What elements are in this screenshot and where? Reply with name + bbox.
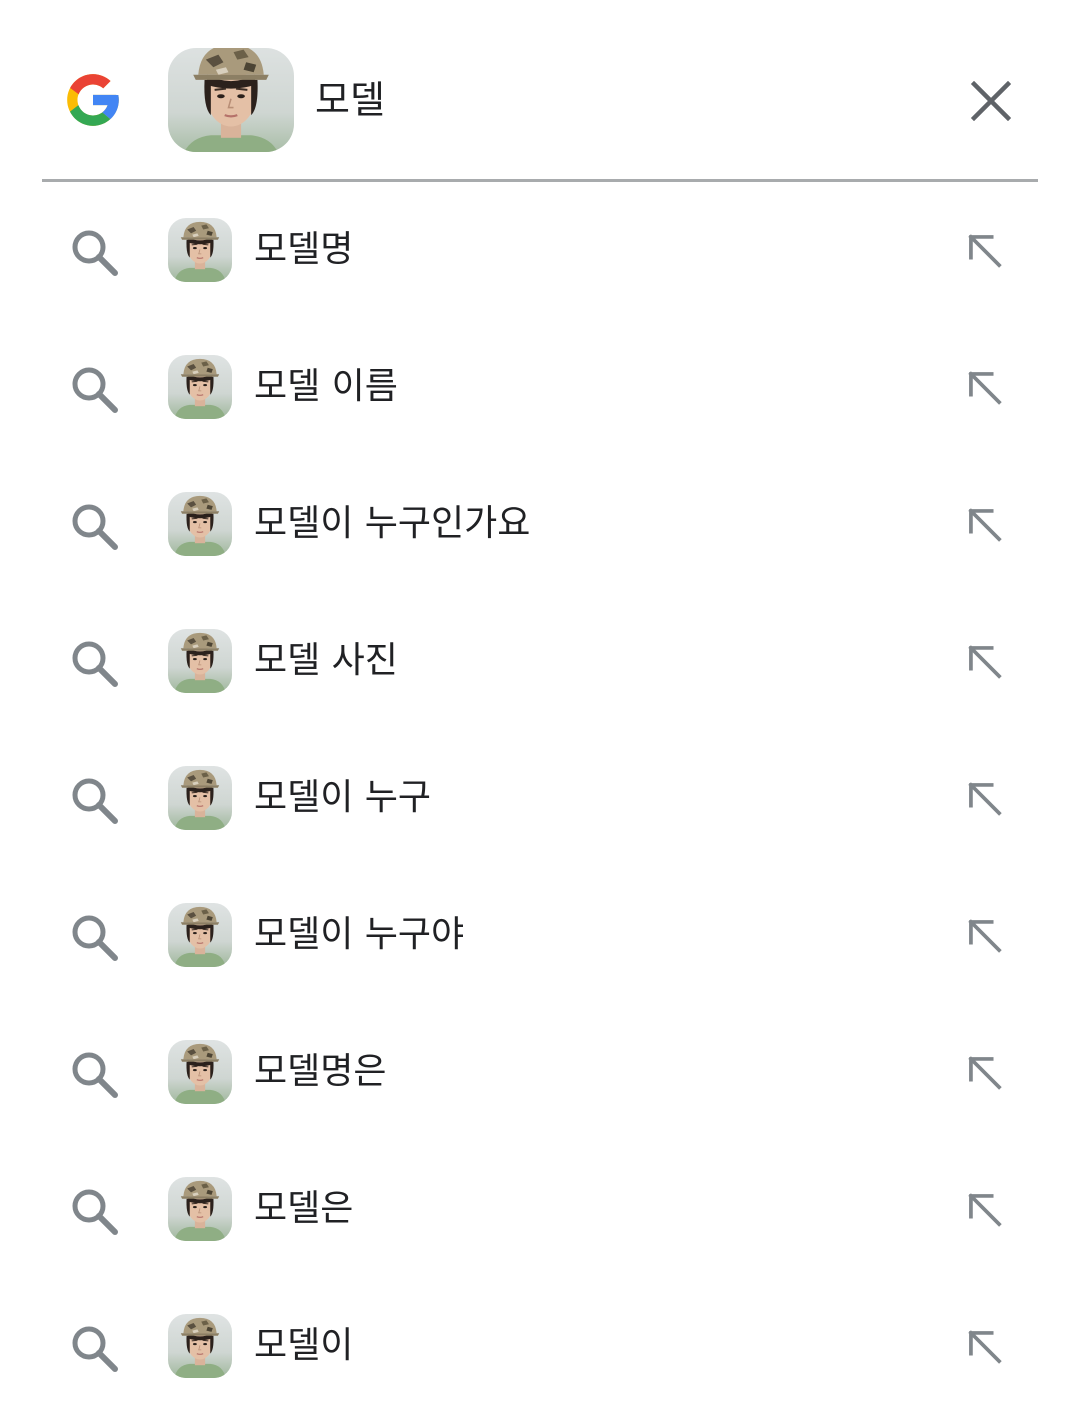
suggestion-label: 모델이 bbox=[254, 1325, 354, 1366]
fill-query-button[interactable] bbox=[958, 1046, 1012, 1100]
arrow-up-left-icon bbox=[965, 1327, 1005, 1367]
arrow-up-left-icon bbox=[965, 779, 1005, 819]
suggestion-item[interactable]: 모델이 누구인가요 bbox=[0, 456, 1080, 593]
arrow-up-left-icon bbox=[965, 368, 1005, 408]
arrow-up-left-icon bbox=[965, 505, 1005, 545]
suggestion-thumbnail bbox=[168, 1040, 232, 1104]
suggestion-item[interactable]: 모델명은 bbox=[0, 1004, 1080, 1141]
search-icon bbox=[68, 1185, 120, 1237]
fill-query-button[interactable] bbox=[958, 224, 1012, 278]
suggestion-item[interactable]: 모델은 bbox=[0, 1141, 1080, 1278]
suggestion-thumbnail bbox=[168, 629, 232, 693]
search-icon bbox=[68, 1048, 120, 1100]
suggestion-label: 모델이 누구야 bbox=[254, 914, 465, 955]
suggestion-label: 모델명 bbox=[254, 229, 354, 270]
suggestion-list: 모델명 모델 이름 모델이 누구인가요 모델 사진 모델이 누구 모델이 누구야… bbox=[0, 182, 1080, 1415]
query-image-thumbnail[interactable] bbox=[168, 48, 294, 152]
search-icon bbox=[68, 363, 120, 415]
suggestion-label: 모델 이름 bbox=[254, 366, 398, 407]
search-icon bbox=[68, 774, 120, 826]
fill-query-button[interactable] bbox=[958, 772, 1012, 826]
search-icon bbox=[68, 1322, 120, 1374]
suggestion-label: 모델이 누구인가요 bbox=[254, 503, 531, 544]
suggestion-item[interactable]: 모델 사진 bbox=[0, 593, 1080, 730]
suggestion-item[interactable]: 모델 이름 bbox=[0, 319, 1080, 456]
fill-query-button[interactable] bbox=[958, 1320, 1012, 1374]
google-logo-icon bbox=[62, 69, 124, 131]
suggestion-thumbnail bbox=[168, 766, 232, 830]
suggestion-thumbnail bbox=[168, 903, 232, 967]
suggestion-thumbnail bbox=[168, 492, 232, 556]
search-icon bbox=[68, 637, 120, 689]
suggestion-label: 모델명은 bbox=[254, 1051, 387, 1092]
suggestion-thumbnail bbox=[168, 1314, 232, 1378]
arrow-up-left-icon bbox=[965, 642, 1005, 682]
arrow-up-left-icon bbox=[965, 916, 1005, 956]
suggestion-item[interactable]: 모델이 bbox=[0, 1278, 1080, 1415]
arrow-up-left-icon bbox=[965, 1053, 1005, 1093]
suggestion-thumbnail bbox=[168, 218, 232, 282]
search-icon bbox=[68, 911, 120, 963]
suggestion-item[interactable]: 모델이 누구야 bbox=[0, 867, 1080, 1004]
clear-search-button[interactable] bbox=[960, 70, 1022, 132]
suggestion-label: 모델은 bbox=[254, 1188, 354, 1229]
fill-query-button[interactable] bbox=[958, 361, 1012, 415]
suggestion-thumbnail bbox=[168, 1177, 232, 1241]
fill-query-button[interactable] bbox=[958, 498, 1012, 552]
fill-query-button[interactable] bbox=[958, 635, 1012, 689]
suggestion-thumbnail bbox=[168, 355, 232, 419]
close-icon bbox=[971, 81, 1011, 121]
fill-query-button[interactable] bbox=[958, 1183, 1012, 1237]
arrow-up-left-icon bbox=[965, 1190, 1005, 1230]
suggestion-item[interactable]: 모델이 누구 bbox=[0, 730, 1080, 867]
search-bar[interactable]: 모델 bbox=[0, 0, 1080, 180]
suggestion-label: 모델이 누구 bbox=[254, 777, 432, 818]
suggestion-item[interactable]: 모델명 bbox=[0, 182, 1080, 319]
suggestion-label: 모델 사진 bbox=[254, 640, 398, 681]
fill-query-button[interactable] bbox=[958, 909, 1012, 963]
search-icon bbox=[68, 500, 120, 552]
search-icon bbox=[68, 226, 120, 278]
search-query-text[interactable]: 모델 bbox=[315, 76, 385, 124]
arrow-up-left-icon bbox=[965, 231, 1005, 271]
